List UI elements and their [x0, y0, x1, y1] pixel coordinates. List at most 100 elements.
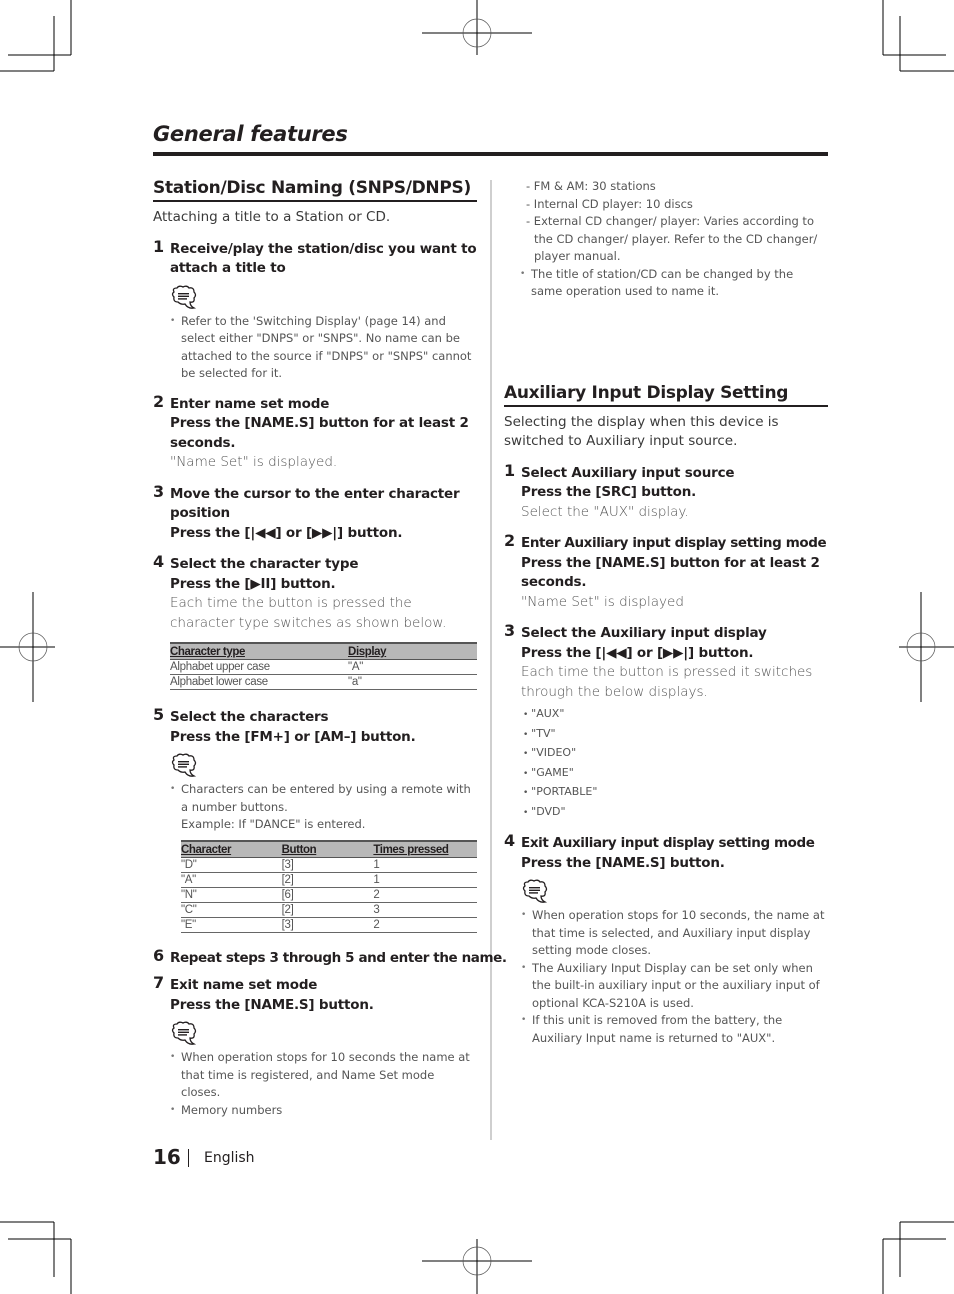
step-3: 3 Select the Auxiliary input display Pre…	[504, 621, 828, 823]
note-list: The title of station/CD can be changed b…	[520, 266, 828, 301]
note-item: The title of station/CD can be changed b…	[520, 266, 828, 301]
step-1: 1 Select Auxiliary input source Press th…	[504, 460, 828, 523]
registration-mark-left	[0, 592, 55, 702]
display-option: "AUX"	[521, 705, 828, 725]
step-description: Each time the button is pressed the char…	[170, 595, 447, 631]
section-intro: Attaching a title to a Station or CD.	[153, 209, 391, 225]
step-4: 4 Select the character type Press the [▶…	[153, 552, 477, 690]
note-icon	[171, 1021, 197, 1045]
step-title: Enter Auxiliary input display setting mo…	[521, 535, 827, 551]
table-cell: "A"	[348, 659, 477, 675]
note-item: If this unit is removed from the battery…	[521, 1012, 828, 1047]
crop-mark-bottom-right	[882, 1221, 954, 1294]
table-row: "D" [3] 1	[181, 857, 477, 873]
step-4: 4 Exit Auxiliary input display setting m…	[504, 831, 828, 1047]
table-cell: "a"	[348, 674, 477, 690]
step-number: 4	[153, 552, 165, 571]
step-action: Press the [NAME.S] button.	[521, 854, 725, 871]
left-column: Station/Disc Naming (SNPS/DNPS) Attachin…	[153, 178, 507, 1119]
note-list: Characters can be entered by using a rem…	[170, 781, 477, 816]
step-number: 2	[504, 531, 516, 550]
table-header: Character	[181, 839, 282, 858]
table-row: "C" [2] 3	[181, 902, 477, 918]
crop-mark-bottom-left	[0, 1221, 72, 1294]
table-cell: [2]	[281, 872, 374, 888]
table-cell: "C"	[181, 902, 282, 918]
note-list: Refer to the 'Switching Display' (page 1…	[170, 313, 477, 383]
step-number: 1	[504, 460, 516, 480]
footer-separator	[188, 1149, 189, 1167]
registration-mark-right	[899, 592, 954, 702]
step-2: 2 Enter name set mode Press the [NAME.S]…	[153, 391, 477, 473]
column-divider	[490, 180, 492, 1140]
section-intro: Selecting the display when this device i…	[504, 413, 779, 450]
step-number: 4	[504, 831, 516, 850]
dance-example-table: Character Button Times pressed "D" [3] 1 "…	[181, 839, 477, 933]
table-cell: 2	[373, 887, 477, 903]
table-cell: "A"	[181, 872, 282, 888]
note-list: When operation stops for 10 seconds, the…	[521, 907, 828, 1047]
section-heading-aux-input: Auxiliary Input Display Setting	[504, 383, 828, 407]
table-cell: 2	[373, 917, 477, 933]
step-action: Press the [▶II] button.	[170, 575, 336, 592]
display-option: "VIDEO"	[521, 744, 828, 764]
step-5: 5 Select the characters Press the [FM+] …	[153, 705, 477, 933]
table-cell: [3]	[281, 857, 374, 873]
title-rule	[153, 152, 828, 156]
crop-mark-top-left	[0, 0, 72, 72]
table-header-row: Character type Display	[170, 642, 477, 660]
table-cell: Alphabet lower case	[170, 674, 349, 690]
step-title: Exit Auxiliary input display setting mod…	[521, 835, 815, 851]
step-title: Select Auxiliary input source	[521, 464, 735, 481]
step-action: Press the [|◀◀] or [▶▶|] button.	[170, 524, 403, 541]
table-row: "N" [6] 2	[181, 887, 477, 903]
display-option: "PORTABLE"	[521, 783, 828, 803]
table-cell: [2]	[281, 902, 374, 918]
table-cell: 1	[373, 872, 477, 888]
step-action: Press the [FM+] or [AM–] button.	[170, 728, 416, 745]
step-number: 6	[153, 945, 165, 965]
step-7: 7 Exit name set mode Press the [NAME.S] …	[153, 973, 477, 1119]
page-title: General features	[153, 122, 348, 146]
note-icon	[171, 753, 197, 777]
display-option: "TV"	[521, 725, 828, 745]
step-number: 7	[153, 973, 165, 992]
note-item: Refer to the 'Switching Display' (page 1…	[170, 313, 477, 383]
table-row: "A" [2] 1	[181, 872, 477, 888]
step-6: 6 Repeat steps 3 through 5 and enter the…	[153, 945, 507, 969]
table-header: Button	[281, 839, 374, 858]
page-number: 16	[153, 1145, 181, 1169]
table-cell: 3	[373, 902, 477, 918]
table-row: Alphabet lower case "a"	[170, 674, 477, 690]
note-item: Characters can be entered by using a rem…	[170, 781, 477, 816]
step-action: Press the [NAME.S] button for at least 2…	[521, 554, 820, 591]
table-row: "E" [3] 2	[181, 917, 477, 933]
table-cell: [3]	[281, 917, 374, 933]
step-number: 2	[153, 391, 165, 411]
display-option: "DVD"	[521, 803, 828, 823]
display-option: "GAME"	[521, 764, 828, 784]
table-header: Display	[348, 642, 477, 660]
step-title: Select the characters	[170, 709, 329, 725]
table-header: Times pressed	[373, 839, 477, 858]
page-language: English	[204, 1150, 255, 1166]
step-action: Press the [NAME.S] button for at least 2…	[170, 415, 469, 451]
step-action: Press the [|◀◀] or [▶▶|] button.	[521, 644, 754, 661]
character-type-table: Character type Display Alphabet upper ca…	[170, 642, 477, 690]
memory-item: - FM & AM: 30 stations	[526, 179, 656, 193]
table-header: Character type	[170, 642, 349, 660]
table-cell: [6]	[281, 887, 374, 903]
table-cell: "E"	[181, 917, 282, 933]
crop-mark-top-right	[882, 0, 954, 72]
step-number: 1	[153, 236, 165, 256]
step-description: Select the "AUX" display.	[521, 503, 689, 520]
note-list: When operation stops for 10 seconds the …	[170, 1049, 477, 1119]
step-title: Move the cursor to the enter character p…	[170, 485, 460, 522]
table-row: Alphabet upper case "A"	[170, 659, 477, 675]
step-title: Select the character type	[170, 556, 359, 572]
step-title: Exit name set mode	[170, 977, 318, 993]
right-column: - FM & AM: 30 stations - Internal CD pla…	[504, 178, 828, 1047]
note-item: The Auxiliary Input Display can be set o…	[521, 960, 828, 1013]
step-description: "Name Set" is displayed.	[170, 454, 338, 470]
step-1: 1 Receive/play the station/disc you want…	[153, 236, 477, 383]
